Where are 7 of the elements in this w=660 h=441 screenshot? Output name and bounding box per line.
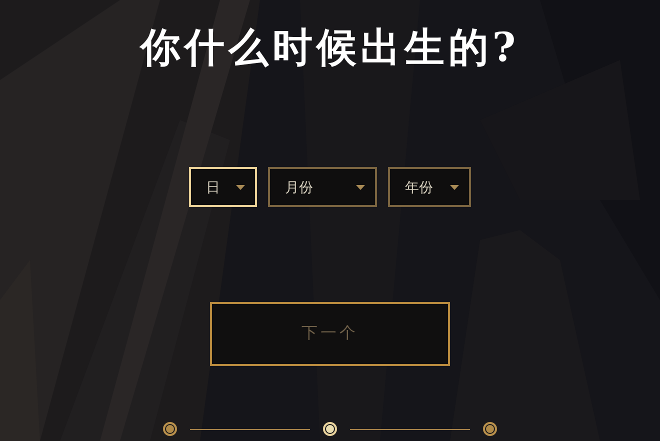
dropdown[interactable]: 年份 (388, 167, 471, 207)
page-title: 你什么时候出生的? (140, 23, 520, 73)
dropdown[interactable]: 日 (189, 167, 257, 207)
caret-icon (450, 184, 459, 190)
caret-icon (356, 184, 365, 190)
dropdown[interactable]: 月份 (268, 167, 377, 207)
caret-icon (236, 184, 245, 190)
